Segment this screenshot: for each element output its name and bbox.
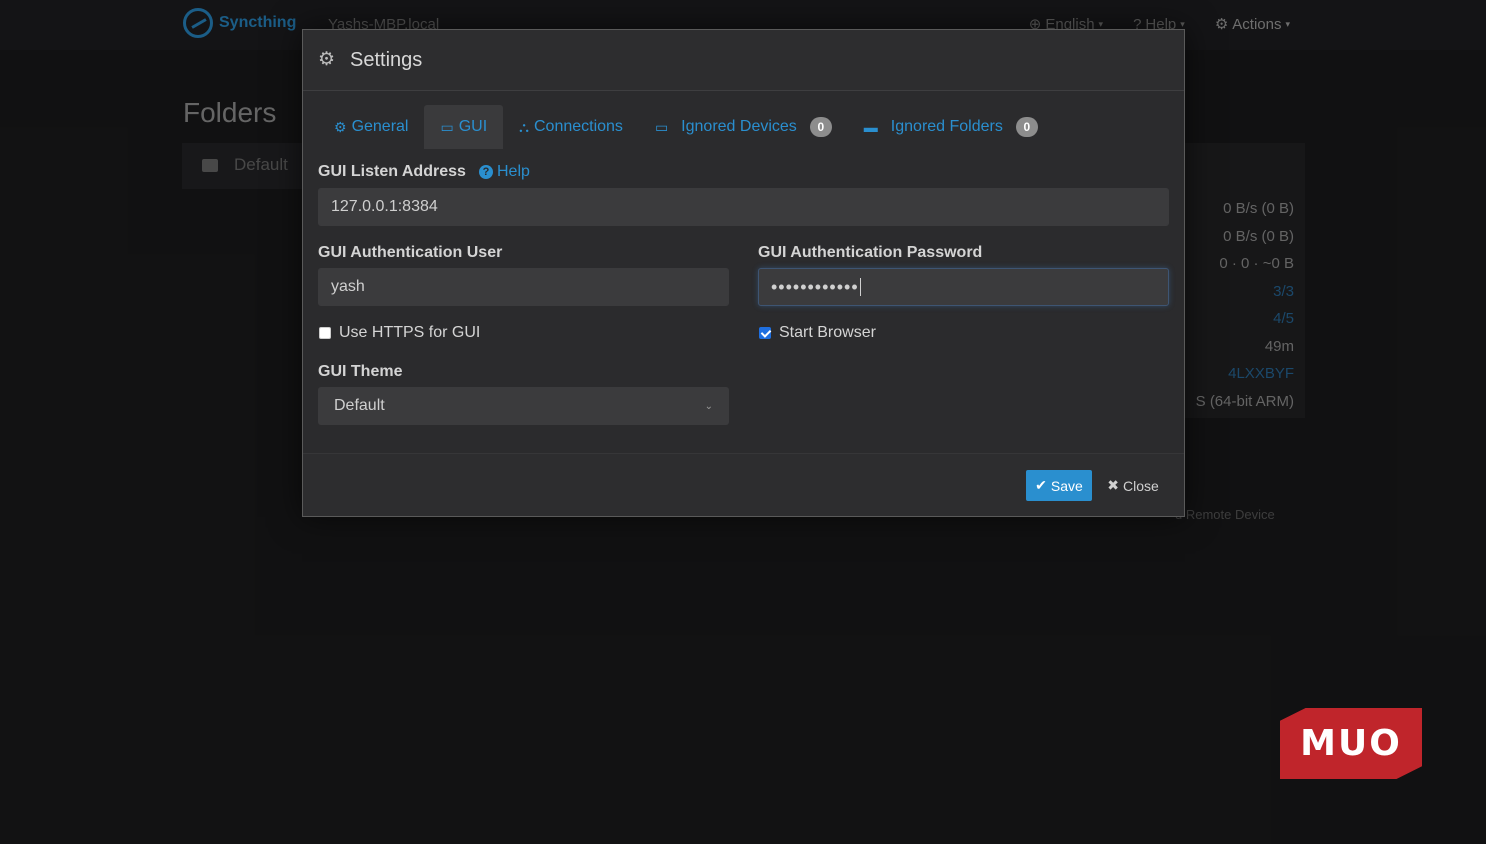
- tab-ignored-devices[interactable]: ▭ Ignored Devices 0: [639, 105, 848, 149]
- muo-watermark-logo: MUO: [1280, 708, 1422, 779]
- desktop-icon: ▭: [440, 118, 454, 135]
- text-cursor: [859, 278, 861, 296]
- ignored-folders-badge: 0: [1015, 117, 1038, 137]
- auth-user-label: GUI Authentication User: [318, 244, 503, 261]
- save-label: Save: [1050, 477, 1083, 494]
- modal-title: Settings: [350, 48, 423, 71]
- start-browser-checkbox[interactable]: [759, 327, 771, 339]
- use-https-row[interactable]: Use HTTPS for GUI: [319, 324, 480, 342]
- question-circle-icon: ?: [479, 165, 493, 179]
- help-link-label: Help: [497, 163, 530, 180]
- use-https-checkbox[interactable]: [319, 327, 331, 339]
- laptop-icon: ▭: [654, 118, 669, 135]
- settings-tabs: ⚙ General ▭ GUI ⛬ Connections ▭ Ignored …: [318, 105, 1054, 149]
- gui-theme-select[interactable]: Default ⌄: [318, 387, 729, 425]
- modal-header: ⚙ Settings: [303, 30, 1184, 91]
- tab-ignored-folders[interactable]: ▬ Ignored Folders 0: [848, 105, 1054, 149]
- watermark-text: MUO: [1300, 723, 1402, 764]
- sitemap-icon: ⛬: [519, 118, 529, 135]
- start-browser-row[interactable]: Start Browser: [759, 324, 876, 342]
- close-button[interactable]: ✖ Close: [1100, 470, 1166, 501]
- folder-icon: ▬: [863, 119, 878, 135]
- tab-gui[interactable]: ▭ GUI: [424, 105, 504, 149]
- listen-address-help-link[interactable]: ? Help: [479, 163, 530, 181]
- close-label: Close: [1122, 477, 1159, 494]
- auth-password-input[interactable]: ••••••••••••: [758, 268, 1169, 306]
- auth-password-label: GUI Authentication Password: [758, 244, 983, 261]
- gui-theme-label: GUI Theme: [318, 363, 403, 380]
- gear-icon: ⚙: [318, 49, 336, 70]
- gear-icon: ⚙: [334, 118, 347, 135]
- listen-address-label: GUI Listen Address: [318, 163, 466, 180]
- password-mask: ••••••••••••: [771, 276, 859, 297]
- tab-label: Ignored Folders: [890, 118, 1003, 135]
- tab-label: Connections: [533, 118, 623, 135]
- save-button[interactable]: ✔ Save: [1026, 470, 1092, 501]
- start-browser-label: Start Browser: [779, 324, 876, 341]
- tab-label: GUI: [458, 118, 488, 135]
- tab-label: Ignored Devices: [681, 118, 797, 135]
- use-https-label: Use HTTPS for GUI: [339, 324, 481, 341]
- gui-theme-value: Default: [334, 397, 385, 414]
- listen-address-input[interactable]: 127.0.0.1:8384: [318, 188, 1169, 226]
- auth-user-input[interactable]: yash: [318, 268, 729, 306]
- ignored-devices-badge: 0: [809, 117, 832, 137]
- check-icon: ✔: [1035, 477, 1047, 493]
- tab-connections[interactable]: ⛬ Connections: [503, 105, 639, 149]
- chevron-down-icon: ⌄: [704, 400, 713, 412]
- close-icon: ✖: [1107, 477, 1119, 493]
- tab-general[interactable]: ⚙ General: [318, 105, 424, 149]
- tab-label: General: [351, 118, 409, 135]
- settings-modal: ⚙ Settings ⚙ General ▭ GUI ⛬ Connections…: [302, 29, 1185, 517]
